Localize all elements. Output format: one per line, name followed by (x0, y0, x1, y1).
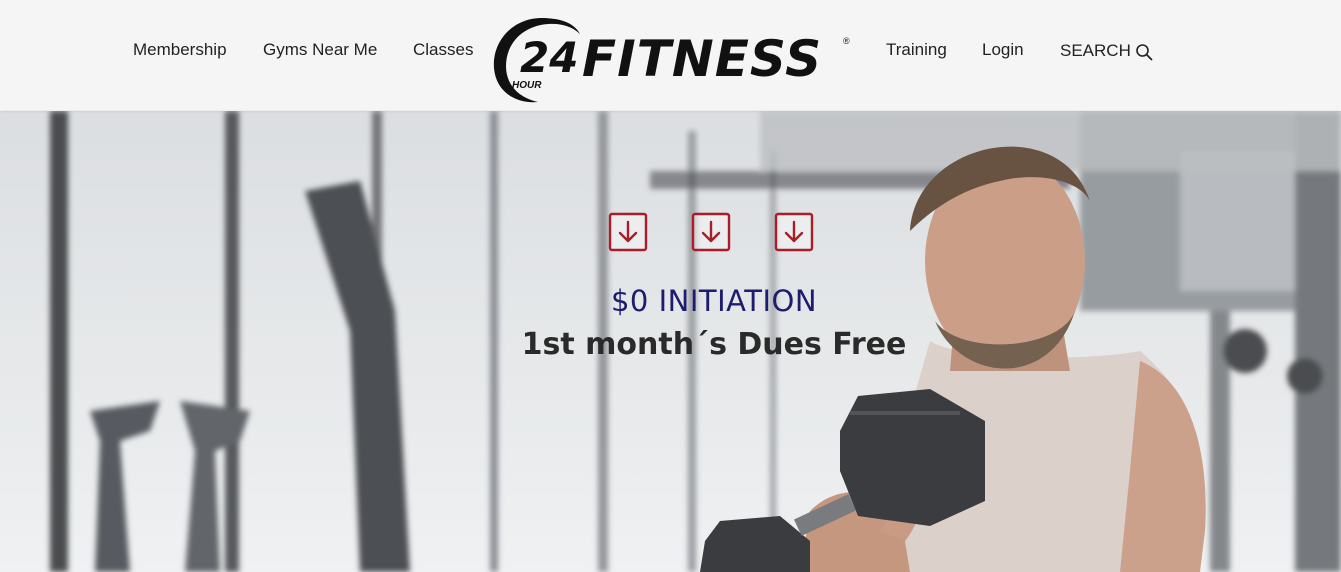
search-button[interactable]: SEARCH (1060, 40, 1153, 61)
nav-gyms-near-me[interactable]: Gyms Near Me (263, 40, 377, 60)
nav-training[interactable]: Training (886, 40, 947, 60)
logo-word: FITNESS (582, 30, 822, 88)
arrow-down-icon[interactable] (774, 212, 814, 252)
logo-number: 24 (520, 33, 578, 82)
promo-headline: $0 INITIATION (610, 284, 818, 318)
logo-registered-mark: ® (843, 36, 850, 46)
search-icon (1136, 44, 1153, 61)
promo-subheadline: 1st month´s Dues Free (521, 327, 907, 362)
search-label: SEARCH (1060, 40, 1131, 60)
nav-classes[interactable]: Classes (413, 40, 473, 60)
hero-banner: $0 INITIATION 1st month´s Dues Free (0, 111, 1341, 572)
nav-login[interactable]: Login (982, 40, 1024, 60)
24-hour-fitness-logo[interactable]: 24 HOUR FITNESS ® (490, 14, 854, 104)
arrow-down-icon[interactable] (608, 212, 648, 252)
promo-icon-row (608, 212, 814, 252)
site-header: Membership Gyms Near Me Classes 24 HOUR … (0, 0, 1341, 110)
nav-membership[interactable]: Membership (133, 40, 227, 60)
arrow-down-icon[interactable] (691, 212, 731, 252)
logo-hour: HOUR (512, 80, 542, 91)
